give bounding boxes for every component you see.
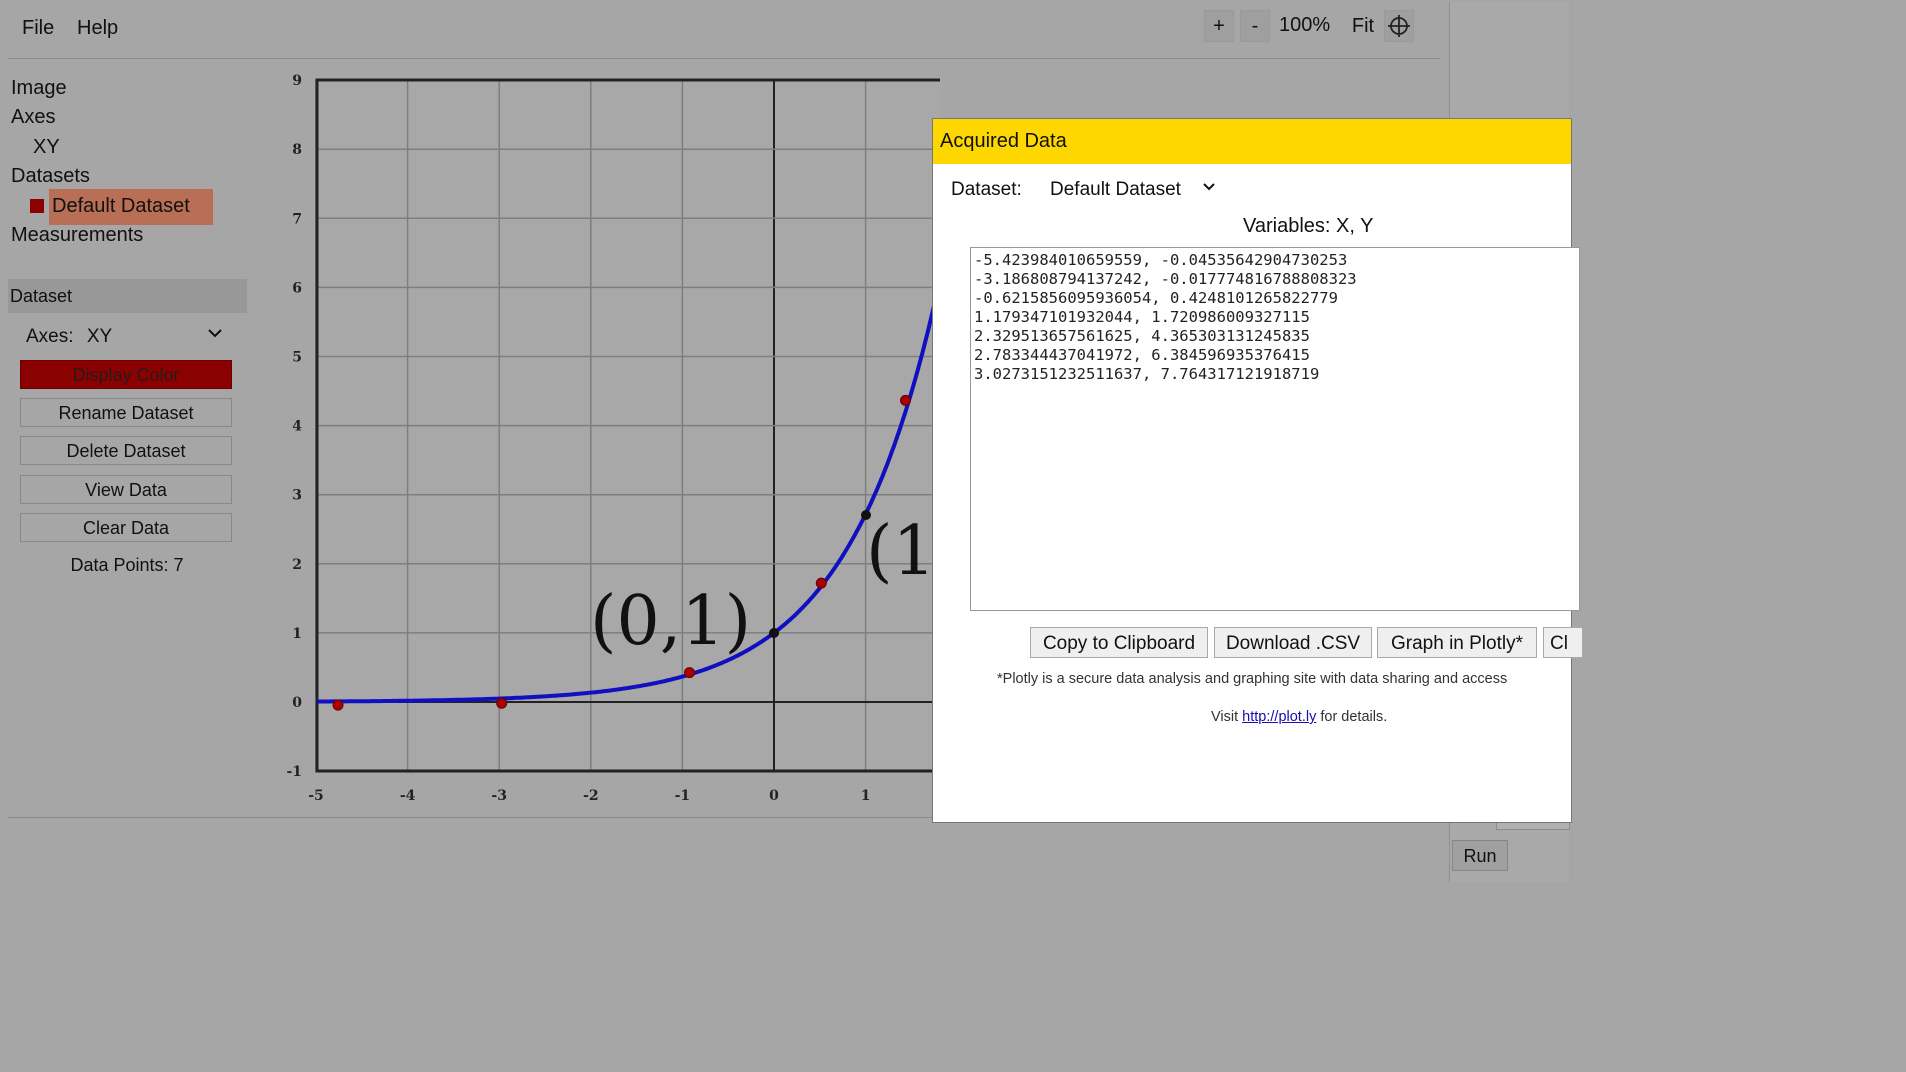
zoom-fit-button[interactable]: Fit [1345, 10, 1381, 42]
x-tick-label: 1 [861, 788, 871, 804]
copy-to-clipboard-button[interactable]: Copy to Clipboard [1030, 627, 1208, 658]
visit-prefix: Visit [1211, 709, 1243, 725]
y-tick-label: 5 [292, 350, 302, 366]
dialog-title: Acquired Data [940, 130, 1067, 152]
download-csv-button[interactable]: Download .CSV [1214, 627, 1372, 658]
x-tick-label: 0 [769, 788, 779, 804]
data-point-marker [815, 577, 827, 589]
data-point-marker [900, 394, 911, 406]
visit-line: Visit http://plot.ly for details. [1211, 709, 1387, 725]
reference-point-0-1 [769, 628, 779, 638]
plot-image[interactable]: -5 -4 -3 -2 -1 0 1 9 8 7 6 5 4 3 2 1 0 -1 (0,1) (1 [0, 0, 940, 820]
x-tick-label: -1 [675, 788, 691, 804]
plotly-note: *Plotly is a secure data analysis and gr… [997, 671, 1508, 687]
y-tick-label: 6 [292, 280, 302, 296]
y-tick-label: 4 [292, 419, 302, 435]
acquired-data-dialog: Acquired Data Dataset: Default Dataset V… [932, 118, 1583, 823]
y-tick-label: 8 [292, 142, 302, 158]
x-tick-label: -3 [491, 788, 507, 804]
data-point-marker [496, 697, 508, 709]
variables-label: Variables: X, Y [1243, 215, 1374, 237]
x-tick-label: -4 [400, 788, 416, 804]
chevron-down-icon[interactable] [1202, 177, 1216, 200]
data-textarea[interactable]: -5.423984010659559, -0.04535642904730253… [970, 247, 1580, 611]
bottom-divider [8, 817, 933, 818]
data-point-marker [684, 667, 695, 679]
x-tick-label: -2 [583, 788, 599, 804]
y-tick-label: 0 [292, 695, 302, 711]
plot-grid [315, 78, 940, 773]
dialog-dataset-select[interactable]: Default Dataset [1050, 179, 1181, 201]
dialog-dataset-label: Dataset: [951, 179, 1022, 200]
data-point-marker [332, 699, 344, 711]
y-tick-label: 2 [292, 557, 302, 573]
y-tick-label: 3 [292, 488, 302, 504]
zoom-level: 100% [1279, 14, 1331, 36]
y-tick-label: 9 [292, 73, 302, 89]
x-tick-label: -5 [308, 788, 324, 804]
dialog-title-bar[interactable]: Acquired Data [933, 119, 1571, 164]
annotation-1-e: (1 [866, 512, 936, 591]
annotation-0-1: (0,1) [590, 582, 751, 661]
run-button[interactable]: Run [1452, 840, 1508, 871]
reference-point-1-e [861, 510, 871, 520]
crosshair-icon [1388, 15, 1410, 37]
plotly-link[interactable]: http://plot.ly [1242, 709, 1316, 725]
crosshair-button[interactable] [1384, 10, 1414, 42]
zoom-in-button[interactable]: + [1204, 10, 1234, 42]
y-tick-label: -1 [286, 764, 302, 780]
visit-suffix: for details. [1316, 709, 1388, 725]
y-tick-label: 1 [292, 626, 302, 642]
graph-in-plotly-button[interactable]: Graph in Plotly* [1377, 627, 1537, 658]
zoom-out-button[interactable]: - [1240, 10, 1270, 42]
y-tick-label: 7 [292, 211, 302, 227]
close-button[interactable]: Cl [1543, 627, 1583, 658]
